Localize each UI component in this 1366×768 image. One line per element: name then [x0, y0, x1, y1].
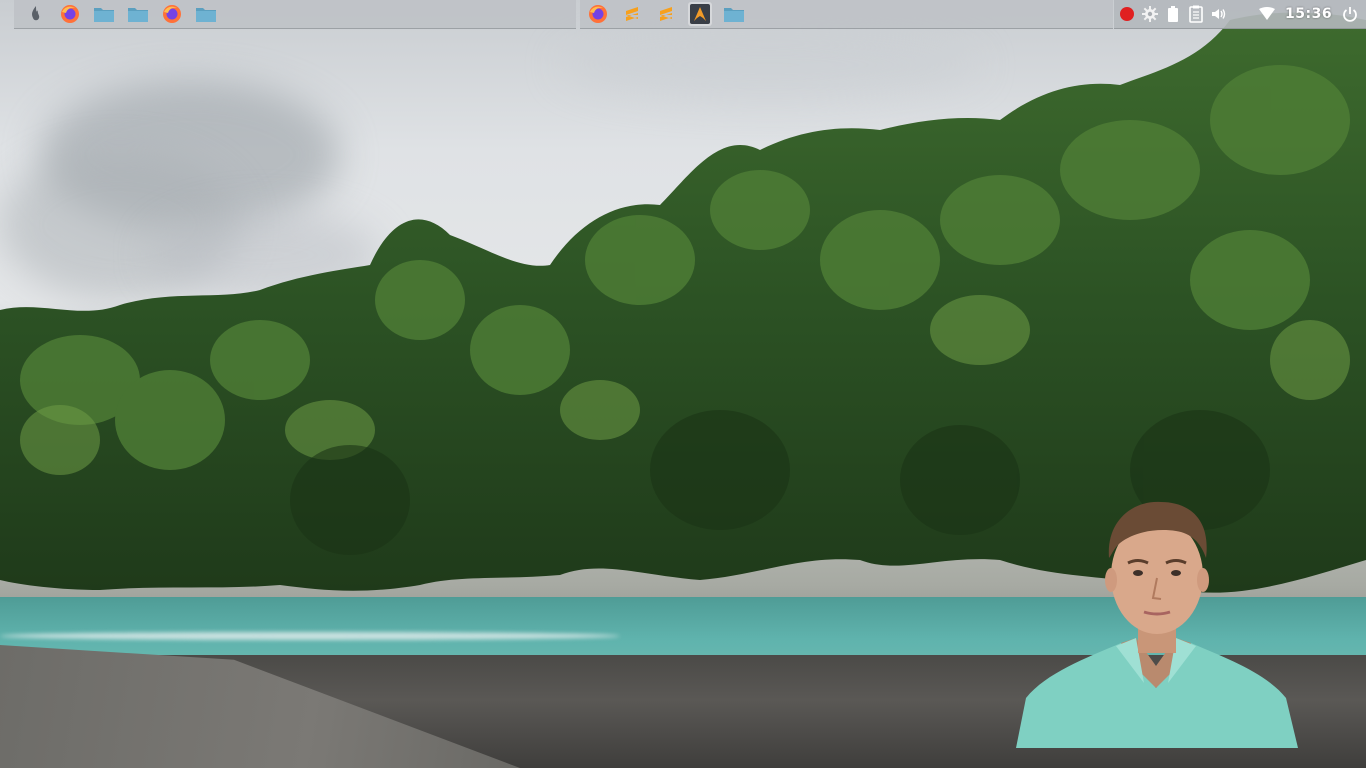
system-tray: 15:36 [1114, 0, 1366, 29]
settings-gear-icon[interactable] [1141, 3, 1159, 25]
folder-icon[interactable] [722, 2, 746, 26]
volume-icon[interactable] [1210, 3, 1228, 25]
clock[interactable]: 15:36 [1281, 6, 1336, 22]
folder-icon[interactable] [194, 2, 218, 26]
webcam-overlay [1016, 498, 1298, 748]
app-menu-icon[interactable] [24, 2, 48, 26]
record-icon[interactable] [1118, 3, 1136, 25]
folder-icon[interactable] [92, 2, 116, 26]
center-taskbar [580, 0, 1113, 29]
wifi-icon[interactable] [1258, 3, 1276, 25]
arch-terminal-icon[interactable] [688, 2, 712, 26]
clipboard-icon[interactable] [1187, 3, 1205, 25]
left-taskbar [14, 0, 576, 29]
sublime-text-icon[interactable] [620, 2, 644, 26]
firefox-icon[interactable] [58, 2, 82, 26]
battery-icon[interactable] [1164, 3, 1182, 25]
firefox-icon[interactable] [586, 2, 610, 26]
firefox-icon[interactable] [160, 2, 184, 26]
folder-icon[interactable] [126, 2, 150, 26]
power-icon[interactable] [1341, 3, 1359, 25]
sublime-text-icon[interactable] [654, 2, 678, 26]
